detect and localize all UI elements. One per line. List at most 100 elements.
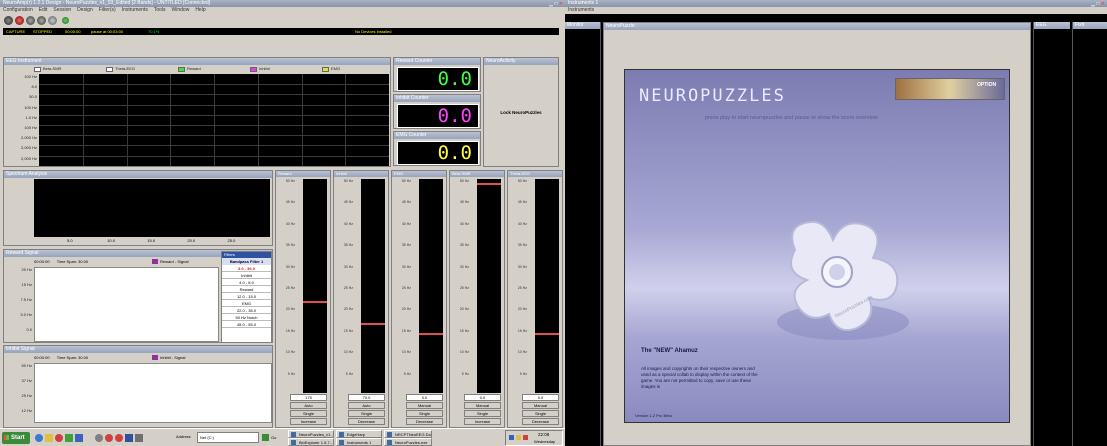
meter-direction-button[interactable]: Increase bbox=[464, 418, 501, 425]
maximize-icon[interactable]: □ bbox=[554, 1, 557, 7]
left-window-titlebar[interactable]: NeuroAmp(r) 1.2.1 Design - NeuroPuzzles_… bbox=[0, 0, 565, 7]
app-icon-7[interactable] bbox=[135, 434, 143, 442]
app-icon-6[interactable] bbox=[125, 434, 133, 442]
app-icon-3[interactable] bbox=[95, 434, 103, 442]
filter-row[interactable]: EMG bbox=[222, 300, 271, 307]
right-maximize-icon[interactable]: □ bbox=[1096, 1, 1099, 7]
meter-bar[interactable] bbox=[477, 179, 501, 393]
inhibit-signal-header: 00:00:00 Time Span: 30.00 Inhibit - Sign… bbox=[34, 355, 272, 361]
menu-item-tools[interactable]: Tools bbox=[154, 7, 166, 13]
address-input[interactable]: Net (C:) bbox=[197, 432, 259, 443]
meter-threshold-line[interactable] bbox=[477, 183, 501, 186]
filter-row[interactable]: Reward bbox=[222, 286, 271, 293]
meter-threshold-line[interactable] bbox=[303, 301, 327, 304]
meter-tick: 10 Hz bbox=[343, 350, 353, 355]
meter-direction-button[interactable]: Decrease bbox=[522, 418, 559, 425]
folder-icon[interactable] bbox=[45, 434, 53, 442]
filter-row[interactable]: Inhibit bbox=[222, 272, 271, 279]
right-window-titlebar[interactable]: Instruments 1 bbox=[565, 0, 1107, 7]
app-icon-2[interactable] bbox=[75, 434, 83, 442]
record-button-icon[interactable] bbox=[4, 16, 13, 25]
tray-icon-volume[interactable] bbox=[516, 435, 521, 440]
menu-item-instruments[interactable]: Instruments bbox=[122, 7, 148, 13]
eeg-gridline bbox=[345, 74, 347, 166]
meter-title: Beta-SMR bbox=[450, 171, 504, 177]
ie-icon[interactable] bbox=[35, 434, 43, 442]
meter-bar[interactable] bbox=[419, 179, 443, 393]
meter-direction-button[interactable]: Decrease bbox=[348, 418, 385, 425]
meter-value: 70.0 bbox=[348, 394, 385, 401]
right-menu-instruments[interactable]: Instruments bbox=[568, 7, 594, 13]
filter-row[interactable]: 22.0 - 36.0 bbox=[222, 307, 271, 314]
counter-panels: Reward Counter 0.0 Inhibit Counter 0.0 EMG C… bbox=[393, 57, 481, 167]
filter-row[interactable]: 3.0 - 36.0 bbox=[222, 265, 271, 272]
meter-single-button[interactable]: Single bbox=[348, 410, 385, 417]
go-button[interactable]: Go bbox=[262, 432, 282, 443]
taskbar-task-button[interactable]: NRCPTNeoEEG Do... bbox=[384, 430, 432, 438]
meter-tick: 50 Hz bbox=[285, 179, 295, 183]
menu-item-help[interactable]: Help bbox=[195, 7, 205, 13]
menu-item-filters[interactable]: Filter(s) bbox=[99, 7, 116, 13]
taskbar-task-button[interactable]: BioExplorer 1.5.7... bbox=[288, 438, 334, 446]
tray-icon-security[interactable] bbox=[523, 435, 528, 440]
meter-mode-button[interactable]: Auto bbox=[290, 402, 327, 409]
puzzle-piece-image bbox=[777, 220, 909, 340]
menu-item-design[interactable]: Design bbox=[77, 7, 93, 13]
meter-tick: 35 Hz bbox=[459, 243, 469, 248]
forward-button-icon[interactable] bbox=[48, 16, 57, 25]
menu-item-window[interactable]: Window bbox=[172, 7, 190, 13]
menu-item-configuration[interactable]: Configuration bbox=[3, 7, 33, 13]
taskbar-task-button[interactable]: EdgeHarp bbox=[336, 430, 382, 438]
lock-neuropuzzles-label[interactable]: Lock NeuroPuzzles bbox=[484, 110, 558, 115]
taskbar-task-button[interactable]: NeuroPuzzles.exe bbox=[384, 438, 432, 446]
start-label: Start bbox=[11, 435, 25, 441]
meter-mode-button[interactable]: Manual bbox=[406, 402, 443, 409]
taskbar-task-button[interactable]: Instruments 1 bbox=[336, 438, 382, 446]
app-icon-1[interactable] bbox=[65, 434, 73, 442]
meter-bar[interactable] bbox=[535, 179, 559, 393]
menu-item-session[interactable]: Session bbox=[53, 7, 71, 13]
app-icon-5[interactable] bbox=[115, 434, 123, 442]
meter-tick: 40 Hz bbox=[285, 221, 295, 226]
meter-direction-button[interactable]: Increase bbox=[290, 418, 327, 425]
filter-row[interactable]: 50 Hz Notch bbox=[222, 314, 271, 321]
media-icon[interactable] bbox=[55, 434, 63, 442]
close-icon[interactable]: ✕ bbox=[559, 1, 563, 7]
menu-item-edit[interactable]: Edit bbox=[39, 7, 48, 13]
filter-row[interactable]: 12.0 - 15.0 bbox=[222, 293, 271, 300]
meter-single-button[interactable]: Single bbox=[464, 410, 501, 417]
meter-single-button[interactable]: Single bbox=[290, 410, 327, 417]
meter-mode-button[interactable]: Manual bbox=[522, 402, 559, 409]
start-button[interactable]: Start bbox=[2, 432, 30, 444]
meter-mode-button[interactable]: Auto bbox=[348, 402, 385, 409]
meter-single-button[interactable]: Single bbox=[406, 410, 443, 417]
meter-bar[interactable] bbox=[303, 179, 327, 393]
meter-threshold-line[interactable] bbox=[419, 333, 443, 336]
right-menubar: Instruments bbox=[565, 7, 1107, 14]
game-canvas[interactable]: NEUROPUZZLES OPTION press play to start … bbox=[624, 69, 1010, 423]
meter-direction-button[interactable]: Decrease bbox=[406, 418, 443, 425]
inhibit-signal-y-axis: 50 Hz 37 Hz 25 Hz 12 Hz bbox=[4, 363, 32, 423]
option-button[interactable]: OPTION bbox=[977, 82, 996, 88]
meter-single-button[interactable]: Single bbox=[522, 410, 559, 417]
meter-mode-button[interactable]: Manual bbox=[464, 402, 501, 409]
minimize-icon[interactable]: ▁ bbox=[549, 1, 553, 7]
meter-scale: 50 Hz 45 Hz 40 Hz 35 Hz 30 Hz 25 Hz 20 Hz 15 Hz… bbox=[394, 179, 412, 393]
filter-row[interactable]: 45.0 - 55.0 bbox=[222, 321, 271, 328]
filter-row[interactable]: 4.0 - 8.0 bbox=[222, 279, 271, 286]
right-close-icon[interactable]: ✕ bbox=[1101, 1, 1105, 7]
pause-button-icon[interactable] bbox=[26, 16, 35, 25]
settings-button-icon[interactable] bbox=[62, 17, 69, 24]
spectrum-panel-title: Spectrum Analysis bbox=[4, 171, 272, 178]
game-subtitle: press play to start neuropuzzles and pau… bbox=[705, 115, 878, 121]
meter-threshold-line[interactable] bbox=[361, 322, 385, 325]
meter-threshold-line[interactable] bbox=[535, 333, 559, 336]
meter-tick: 5 Hz bbox=[403, 371, 411, 376]
stop-button-icon[interactable] bbox=[15, 16, 24, 25]
tray-icon-network[interactable] bbox=[509, 435, 514, 440]
right-minimize-icon[interactable]: ▁ bbox=[1091, 1, 1095, 7]
meter-bar[interactable] bbox=[361, 179, 385, 393]
app-icon-4[interactable] bbox=[105, 434, 113, 442]
taskbar-task-button[interactable]: NeuroPuzzles_v1... bbox=[288, 430, 334, 438]
play-button-icon[interactable] bbox=[37, 16, 46, 25]
